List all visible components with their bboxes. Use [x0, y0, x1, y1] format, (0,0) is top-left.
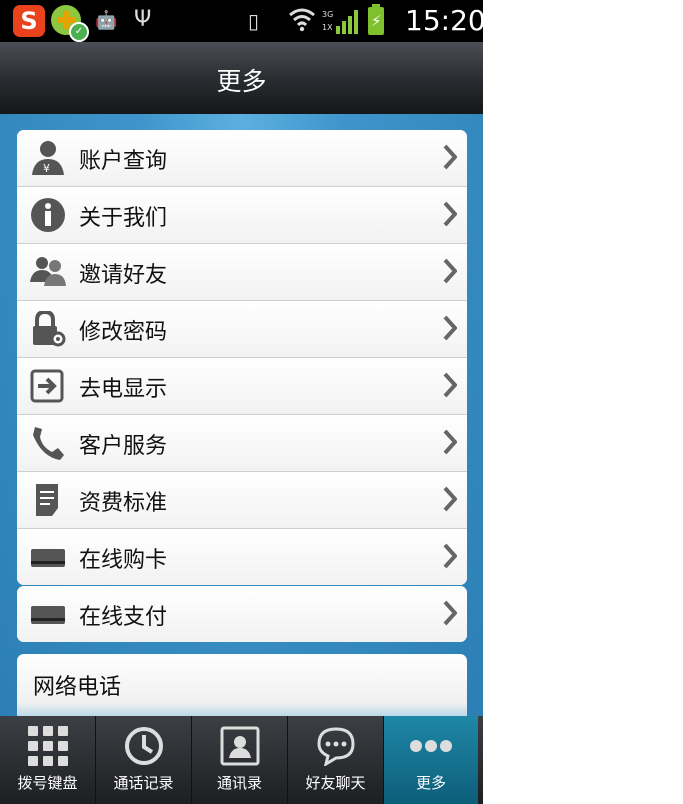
more-icon — [410, 740, 452, 752]
status-time: 15:20 — [405, 4, 483, 37]
android-icon: 🤖 — [95, 10, 118, 31]
phone-icon — [33, 427, 64, 460]
tab-label: 更多 — [415, 774, 446, 792]
invite-friends-icon — [30, 257, 66, 286]
menu-item-label: 邀请好友 — [79, 263, 168, 288]
chat-icon — [316, 727, 355, 766]
menu-item-label: 在线购卡 — [79, 548, 168, 573]
menu-item-label: 在线支付 — [79, 605, 168, 630]
menu-item-customer-service[interactable]: 客户服务 — [17, 415, 467, 472]
phone-screen: S ✓ 🤖 Ψ ▯ 3G 1X ⚡ 15:20 更多 ¥ 账户查询 关于我们 邀… — [0, 0, 483, 804]
title-bar: 更多 — [0, 42, 483, 114]
document-icon — [36, 484, 58, 516]
caller-display-icon — [30, 369, 64, 403]
contacts-icon — [220, 726, 259, 766]
card-icon — [31, 606, 65, 624]
menu-item-label: 修改密码 — [79, 320, 168, 345]
chevron-right-icon — [443, 543, 457, 569]
network-1x-label: 1X — [322, 23, 333, 32]
menu-item-about-us[interactable]: 关于我们 — [17, 187, 467, 244]
vibrate-icon: ▯ — [248, 9, 260, 33]
lock-settings-icon — [33, 311, 66, 347]
menu-item-buy-card-online[interactable]: 在线购卡 — [17, 529, 467, 585]
tab-label: 拨号键盘 — [17, 774, 78, 792]
page-title: 更多 — [216, 67, 267, 96]
menu-item-account-query[interactable]: ¥ 账户查询 — [17, 130, 467, 187]
chevron-right-icon — [443, 315, 457, 341]
info-icon — [31, 198, 65, 232]
section-network-phone[interactable]: 网络电话 — [17, 654, 467, 724]
section-label: 网络电话 — [33, 675, 122, 700]
chevron-right-icon — [443, 486, 457, 512]
chevron-right-icon — [443, 144, 457, 170]
chevron-right-icon — [443, 429, 457, 455]
tab-more[interactable]: 更多 — [384, 716, 478, 804]
sogou-app-icon: S — [13, 5, 45, 37]
tab-friends-chat[interactable]: 好友聊天 — [288, 716, 384, 804]
tab-contacts[interactable]: 通讯录 — [192, 716, 288, 804]
card-icon — [31, 549, 65, 567]
menu-item-label: 资费标准 — [79, 491, 168, 516]
svg-text:¥: ¥ — [43, 162, 50, 175]
menu-item-label: 账户查询 — [79, 149, 168, 174]
menu-item-pay-online[interactable]: 在线支付 — [17, 586, 467, 642]
content-area: ¥ 账户查询 关于我们 邀请好友 修改密码 去电显示 客户服务 资费标准 在线购… — [0, 114, 483, 724]
menu-item-rates[interactable]: 资费标准 — [17, 472, 467, 529]
tab-label: 好友聊天 — [305, 774, 366, 792]
chevron-right-icon — [443, 201, 457, 227]
menu-item-caller-display[interactable]: 去电显示 — [17, 358, 467, 415]
chevron-right-icon — [443, 258, 457, 284]
keypad-icon — [27, 726, 68, 766]
chevron-right-icon — [443, 372, 457, 398]
bottom-nav: 拨号键盘 通话记录 通讯录 好友聊天 更多 — [0, 716, 483, 804]
check-badge-icon: ✓ — [69, 22, 89, 42]
menu-item-change-password[interactable]: 修改密码 — [17, 301, 467, 358]
account-icon: ¥ — [32, 141, 64, 175]
signal-icon: 3G 1X — [322, 10, 358, 34]
tab-dial-keypad[interactable]: 拨号键盘 — [0, 716, 96, 804]
payment-card: 在线支付 — [17, 586, 467, 642]
menu-item-label: 客户服务 — [79, 434, 168, 459]
usb-icon: Ψ — [134, 7, 152, 32]
menu-card: ¥ 账户查询 关于我们 邀请好友 修改密码 去电显示 客户服务 资费标准 在线购… — [17, 130, 467, 585]
network-3g-label: 3G — [322, 10, 333, 19]
battery-charging-icon: ⚡ — [368, 4, 384, 35]
menu-item-label: 去电显示 — [79, 377, 168, 402]
tab-label: 通讯录 — [216, 774, 262, 792]
menu-item-invite-friends[interactable]: 邀请好友 — [17, 244, 467, 301]
tab-label: 通话记录 — [113, 774, 174, 792]
chevron-right-icon — [443, 600, 457, 626]
tab-call-log[interactable]: 通话记录 — [96, 716, 192, 804]
wifi-icon — [289, 8, 315, 32]
clock-icon — [124, 727, 163, 765]
menu-item-label: 关于我们 — [79, 206, 168, 231]
status-bar: S ✓ 🤖 Ψ ▯ 3G 1X ⚡ 15:20 — [0, 0, 483, 42]
